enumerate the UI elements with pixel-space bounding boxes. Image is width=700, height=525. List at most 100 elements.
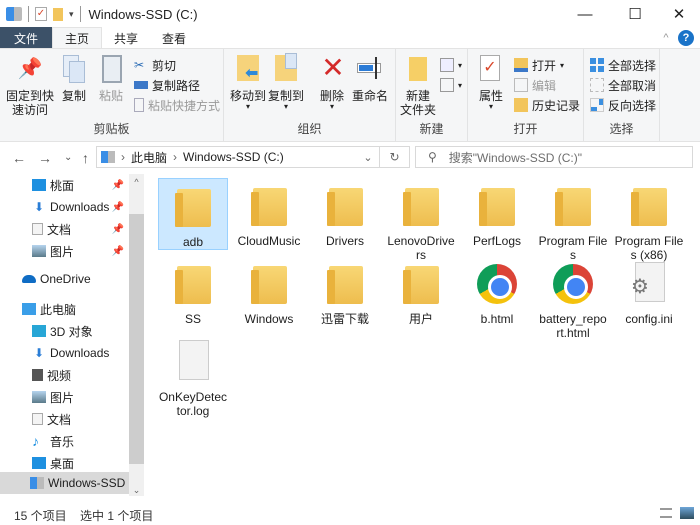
- this-pc-icon: [22, 303, 36, 315]
- file-item[interactable]: PerfLogs: [462, 178, 532, 248]
- tab-file[interactable]: 文件: [0, 27, 52, 49]
- file-item[interactable]: CloudMusic: [234, 178, 304, 248]
- refresh-button[interactable]: ↻: [379, 147, 409, 167]
- organize-group: ⬅ 移动到 ▾ 复制到 ▾ ✕ 删除 ▾ 重命名 组织: [224, 49, 396, 141]
- breadcrumb-this-pc[interactable]: 此电脑: [131, 149, 167, 166]
- new-folder-button[interactable]: 新建 文件夹: [400, 53, 436, 117]
- open-button[interactable]: 打开 ▾: [514, 55, 564, 75]
- copy-to-button[interactable]: 复制到 ▾: [268, 53, 304, 111]
- divider: [79, 6, 81, 22]
- delete-button[interactable]: ✕ 删除 ▾: [318, 53, 346, 111]
- minimize-button[interactable]: —: [562, 0, 608, 28]
- collapse-ribbon-icon[interactable]: ^: [656, 27, 676, 49]
- sidebar-item-documents-pinned[interactable]: 文档 📌: [0, 218, 128, 240]
- tab-home[interactable]: 主页: [52, 27, 103, 49]
- file-item[interactable]: Program Files: [538, 178, 608, 262]
- close-button[interactable]: ✕: [656, 0, 700, 28]
- file-item[interactable]: LenovoDrivers: [386, 178, 456, 262]
- folder-icon: [245, 182, 293, 230]
- sidebar-item-onedrive[interactable]: OneDrive: [0, 268, 128, 290]
- invert-selection-button[interactable]: 反向选择: [590, 95, 656, 115]
- file-name: battery_report.html: [539, 312, 607, 340]
- pin-icon: 📌: [111, 179, 124, 191]
- file-item[interactable]: OnKeyDetector.log: [158, 334, 228, 418]
- title-bar: ✓ ▾ Windows-SSD (C:) — ☐ ✕: [0, 0, 700, 28]
- select-none-button[interactable]: 全部取消: [590, 75, 656, 95]
- rename-button[interactable]: 重命名: [352, 53, 388, 103]
- pin-icon: 📌: [111, 223, 124, 235]
- file-name: 用户: [408, 312, 433, 326]
- address-dropdown-button[interactable]: ⌄: [357, 151, 379, 164]
- search-input[interactable]: 搜索"Windows-SSD (C:)": [449, 149, 582, 166]
- file-item[interactable]: Program Files (x86): [614, 178, 684, 262]
- maximize-button[interactable]: ☐: [612, 0, 658, 28]
- new-item-button[interactable]: ▾: [440, 55, 462, 75]
- recent-locations-button[interactable]: ⌄: [64, 152, 72, 163]
- search-box[interactable]: ⚲ 搜索"Windows-SSD (C:)": [415, 146, 693, 168]
- new-group-label: 新建: [419, 122, 444, 136]
- pin-icon: 📌: [111, 201, 124, 213]
- sidebar-item-music[interactable]: ♪ 音乐: [0, 430, 128, 452]
- address-bar[interactable]: › 此电脑 › Windows-SSD (C:) ⌄ ↻: [96, 146, 410, 168]
- folder-icon: [245, 260, 293, 308]
- file-item[interactable]: ⚙ config.ini: [614, 256, 684, 326]
- cut-button[interactable]: ✂ 剪切: [134, 55, 176, 75]
- file-item[interactable]: SS: [158, 256, 228, 326]
- properties-quick-icon[interactable]: ✓: [35, 7, 47, 21]
- file-item[interactable]: Drivers: [310, 178, 380, 248]
- copy-button[interactable]: 复制: [58, 53, 90, 103]
- edit-button[interactable]: 编辑: [514, 75, 556, 95]
- forward-button[interactable]: →: [38, 150, 52, 166]
- file-item[interactable]: battery_report.html: [538, 256, 608, 340]
- select-all-button[interactable]: 全部选择: [590, 55, 656, 75]
- sidebar-item-documents[interactable]: 文档: [0, 408, 128, 430]
- file-item[interactable]: adb: [158, 178, 228, 250]
- copy-path-button[interactable]: 复制路径: [134, 75, 200, 95]
- sidebar-item-downloads[interactable]: ⬇ Downloads: [0, 342, 128, 364]
- file-item[interactable]: b.html: [462, 256, 532, 326]
- scrollbar-thumb[interactable]: [129, 214, 144, 464]
- open-group-label: 打开: [513, 122, 538, 136]
- back-button[interactable]: ←: [12, 150, 26, 166]
- properties-button[interactable]: ✓ 属性 ▾: [476, 53, 506, 111]
- clipboard-group: 📌 固定到快 速访问 复制 粘贴 ✂ 剪切 复制路径 粘贴快捷方式 剪贴板: [0, 49, 224, 141]
- sidebar-item-3d-objects[interactable]: 3D 对象: [0, 320, 128, 342]
- scroll-up-arrow[interactable]: ^: [129, 174, 144, 190]
- details-view-button[interactable]: [660, 508, 672, 518]
- folder-icon: [625, 182, 673, 230]
- window-title: Windows-SSD (C:): [88, 6, 198, 22]
- tab-view[interactable]: 查看: [150, 27, 198, 49]
- history-button[interactable]: 历史记录: [514, 95, 580, 115]
- paste-shortcut-button[interactable]: 粘贴快捷方式: [134, 95, 220, 115]
- sidebar-item-this-pc[interactable]: 此电脑: [0, 298, 128, 320]
- easy-access-button[interactable]: ▾: [440, 75, 462, 95]
- sidebar-item-pictures[interactable]: 图片: [0, 386, 128, 408]
- open-folder-icon: [514, 58, 528, 72]
- breadcrumb-drive[interactable]: Windows-SSD (C:): [183, 150, 284, 164]
- file-item[interactable]: 用户: [386, 256, 456, 326]
- sidebar-item-videos[interactable]: 视频: [0, 364, 128, 386]
- customize-toolbar-icon[interactable]: ▾: [69, 9, 74, 20]
- scroll-down-arrow[interactable]: ⌄: [129, 485, 144, 496]
- edit-icon: [514, 78, 528, 92]
- sidebar-item-desktop-pinned[interactable]: 桃面 📌: [0, 174, 128, 196]
- move-to-button[interactable]: ⬅ 移动到 ▾: [230, 53, 266, 111]
- file-item[interactable]: Windows: [234, 256, 304, 326]
- paste-button[interactable]: 粘贴: [94, 53, 128, 103]
- sidebar-item-desktop[interactable]: 桌面: [0, 452, 128, 474]
- sidebar-item-downloads-pinned[interactable]: ⬇ Downloads 📌: [0, 196, 128, 218]
- new-folder-icon: [403, 53, 433, 85]
- copy-icon: [59, 53, 89, 85]
- sidebar-item-pictures-pinned[interactable]: 图片 📌: [0, 240, 128, 262]
- breadcrumb-separator: ›: [173, 150, 178, 164]
- tab-share[interactable]: 共享: [102, 27, 150, 49]
- new-folder-quick-icon[interactable]: [53, 7, 63, 21]
- up-button[interactable]: ↑: [82, 150, 89, 166]
- file-item[interactable]: 迅雷下载: [310, 256, 380, 326]
- documents-icon: [32, 413, 43, 425]
- large-icons-view-button[interactable]: [680, 507, 694, 519]
- pin-quick-access-button[interactable]: 📌 固定到快 速访问: [6, 53, 54, 117]
- sidebar-item-windows-ssd[interactable]: Windows-SSD (: [0, 472, 129, 494]
- drive-icon: [101, 151, 115, 163]
- help-icon[interactable]: ?: [678, 30, 694, 46]
